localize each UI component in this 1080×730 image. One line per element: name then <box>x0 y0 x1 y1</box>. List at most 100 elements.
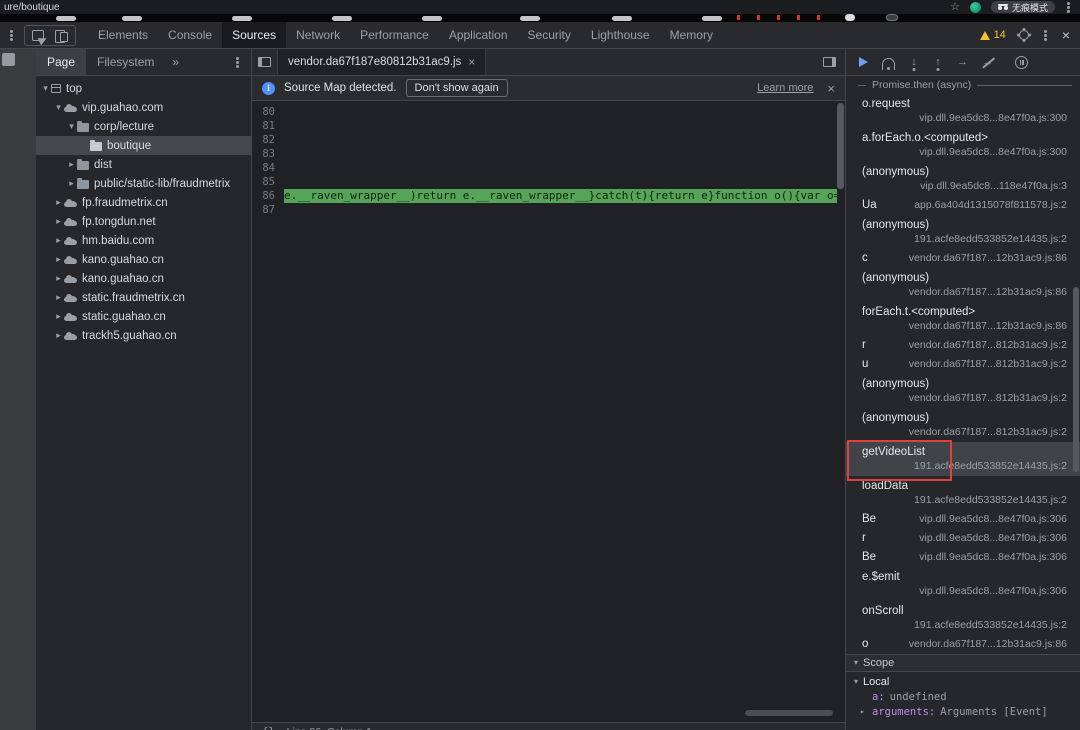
tab-application[interactable]: Application <box>439 22 518 48</box>
stack-frame[interactable]: (anonymous)191.acfe8edd533852e14435.js:2 <box>846 215 1080 249</box>
inspect-element-icon[interactable] <box>32 30 44 41</box>
disclosure-arrow-icon[interactable]: ▸ <box>53 216 64 227</box>
tree-item[interactable]: boutique <box>36 136 251 155</box>
browser-menu-dots-icon[interactable] <box>1067 6 1070 9</box>
tree-item[interactable]: ▸kano.guahao.cn <box>36 250 251 269</box>
avatar[interactable] <box>970 2 981 13</box>
code-editor[interactable]: 80818283848586e.__raven_wrapper__)return… <box>252 101 845 730</box>
tab-console[interactable]: Console <box>158 22 222 48</box>
code-line[interactable]: 82 <box>252 133 845 147</box>
tree-item[interactable]: ▸dist <box>36 155 251 174</box>
step-out-icon[interactable]: ↑ <box>933 57 943 67</box>
disclosure-arrow-icon[interactable]: ▸ <box>53 292 64 303</box>
settings-gear-icon[interactable] <box>1019 30 1029 40</box>
tab-filesystem[interactable]: Filesystem <box>86 49 165 75</box>
disclosure-arrow-icon[interactable]: ▸ <box>53 235 64 246</box>
navigator-toggle[interactable] <box>252 49 278 75</box>
stack-frame[interactable]: cvendor.da67f187...12b31ac9.js:86 <box>846 249 1080 268</box>
stack-frame[interactable]: rvendor.da67f187...812b31ac9.js:2 <box>846 336 1080 355</box>
stack-frame[interactable]: (anonymous)vendor.da67f187...812b31ac9.j… <box>846 408 1080 442</box>
code-line[interactable]: 81 <box>252 119 845 133</box>
tab-performance[interactable]: Performance <box>350 22 439 48</box>
tree-item[interactable]: ▾corp/lecture <box>36 117 251 136</box>
panel-toggle-icon[interactable] <box>823 57 836 67</box>
stack-frame[interactable]: o.requestvip.dll.9ea5dc8...8e47f0a.js:30… <box>846 94 1080 128</box>
stack-frame[interactable]: uvendor.da67f187...812b31ac9.js:2 <box>846 355 1080 374</box>
learn-more-link[interactable]: Learn more <box>757 82 813 94</box>
code-line[interactable]: 86e.__raven_wrapper__)return e.__raven_w… <box>252 189 845 203</box>
editor-vertical-scrollbar[interactable] <box>837 103 844 189</box>
stack-frame[interactable]: onScroll191.acfe8edd533852e14435.js:2 <box>846 601 1080 635</box>
scope-local-row[interactable]: ▾ Local <box>846 672 1080 689</box>
tab-lighthouse[interactable]: Lighthouse <box>581 22 660 48</box>
code-line[interactable]: 80 <box>252 105 845 119</box>
close-tab-icon[interactable]: × <box>468 56 475 68</box>
stack-frame[interactable]: getVideoList191.acfe8edd533852e14435.js:… <box>846 442 1080 476</box>
code-line[interactable]: 83 <box>252 147 845 161</box>
device-toolbar-icon[interactable] <box>55 29 68 42</box>
tab-elements[interactable]: Elements <box>88 22 158 48</box>
stack-frame[interactable]: e.$emitvip.dll.9ea5dc8...8e47f0a.js:306 <box>846 567 1080 601</box>
code-line[interactable]: 84 <box>252 161 845 175</box>
tab-security[interactable]: Security <box>518 22 581 48</box>
editor-tab[interactable]: vendor.da67f187e80812b31ac9.js × <box>278 49 486 75</box>
stack-frame[interactable]: ovendor.da67f187...12b31ac9.js:86 <box>846 635 1080 654</box>
pause-on-exceptions-icon[interactable] <box>1015 56 1028 69</box>
tree-item[interactable]: ▸static.fraudmetrix.cn <box>36 288 251 307</box>
disclosure-arrow-icon[interactable]: ▸ <box>53 311 64 322</box>
tree-item[interactable]: ▸public/static-lib/fraudmetrix <box>36 174 251 193</box>
tab-memory[interactable]: Memory <box>660 22 723 48</box>
dont-show-again-button[interactable]: Don't show again <box>406 79 508 97</box>
stack-frame[interactable]: loadData191.acfe8edd533852e14435.js:2 <box>846 476 1080 510</box>
tree-item[interactable]: ▾top <box>36 79 251 98</box>
editor-horizontal-scrollbar[interactable] <box>745 710 833 716</box>
scope-section-header[interactable]: ▾ Scope <box>846 654 1080 672</box>
tree-item[interactable]: ▸kano.guahao.cn <box>36 269 251 288</box>
menu-dots-icon[interactable] <box>10 34 13 37</box>
step-icon[interactable]: → <box>957 57 968 68</box>
disclosure-arrow-icon[interactable]: ▾ <box>40 83 51 94</box>
tree-item[interactable]: ▸static.guahao.cn <box>36 307 251 326</box>
disclosure-arrow-icon[interactable]: ▾ <box>53 102 64 113</box>
bookmark-star-icon[interactable]: ☆ <box>950 2 960 13</box>
callstack-scrollbar[interactable] <box>1073 287 1079 472</box>
code-line[interactable]: 85 <box>252 175 845 189</box>
tab-network[interactable]: Network <box>286 22 350 48</box>
warnings-badge[interactable]: 14 <box>980 29 1006 41</box>
stack-frame[interactable]: (anonymous)vendor.da67f187...12b31ac9.js… <box>846 268 1080 302</box>
resume-script-icon[interactable] <box>859 57 868 67</box>
disclosure-arrow-icon[interactable]: ▸ <box>66 178 77 189</box>
scope-variable[interactable]: ▸arguments:Arguments [Event] <box>846 704 1080 719</box>
disclosure-arrow-icon[interactable]: ▸ <box>53 330 64 341</box>
code-line[interactable]: 87 <box>252 203 845 217</box>
more-tabs-chevron[interactable]: » <box>165 55 186 69</box>
stack-frame[interactable]: (anonymous)vendor.da67f187...812b31ac9.j… <box>846 374 1080 408</box>
step-into-icon[interactable]: ↓ <box>909 57 919 67</box>
disclosure-arrow-icon[interactable]: ▸ <box>53 197 64 208</box>
navigator-menu-dots-icon[interactable] <box>236 61 239 64</box>
deactivate-breakpoints-icon[interactable]: → <box>982 57 995 68</box>
tree-item[interactable]: ▸fp.fraudmetrix.cn <box>36 193 251 212</box>
disclosure-arrow-icon[interactable]: ▸ <box>53 273 64 284</box>
tab-page[interactable]: Page <box>36 49 86 75</box>
tree-item[interactable]: ▸trackh5.guahao.cn <box>36 326 251 345</box>
dismiss-infobar-icon[interactable]: × <box>827 82 835 95</box>
stack-frame[interactable]: Bevip.dll.9ea5dc8...8e47f0a.js:306 <box>846 548 1080 567</box>
stack-frame[interactable]: Uaapp.6a404d1315078f811578.js:2 <box>846 196 1080 215</box>
tab-sources[interactable]: Sources <box>222 22 286 48</box>
tree-item[interactable]: ▸fp.tongdun.net <box>36 212 251 231</box>
stack-frame[interactable]: forEach.t.<computed>vendor.da67f187...12… <box>846 302 1080 336</box>
disclosure-arrow-icon[interactable]: ▸ <box>53 254 64 265</box>
devtools-menu-dots-icon[interactable] <box>1044 34 1047 37</box>
tree-item[interactable]: ▾vip.guahao.com <box>36 98 251 117</box>
stack-frame[interactable]: Bevip.dll.9ea5dc8...8e47f0a.js:306 <box>846 510 1080 529</box>
pretty-print-button[interactable]: {} <box>262 726 275 730</box>
stack-frame[interactable]: a.forEach.o.<computed>vip.dll.9ea5dc8...… <box>846 128 1080 162</box>
stack-frame[interactable]: rvip.dll.9ea5dc8...8e47f0a.js:306 <box>846 529 1080 548</box>
disclosure-arrow-icon[interactable]: ▸ <box>66 159 77 170</box>
chevron-right-icon[interactable]: ▸ <box>860 707 865 716</box>
step-over-icon[interactable] <box>882 58 895 67</box>
close-devtools-icon[interactable]: × <box>1062 28 1070 42</box>
disclosure-arrow-icon[interactable]: ▾ <box>66 121 77 132</box>
stack-frame[interactable]: (anonymous)vip.dll.9ea5dc8...118e47f0a.j… <box>846 162 1080 196</box>
